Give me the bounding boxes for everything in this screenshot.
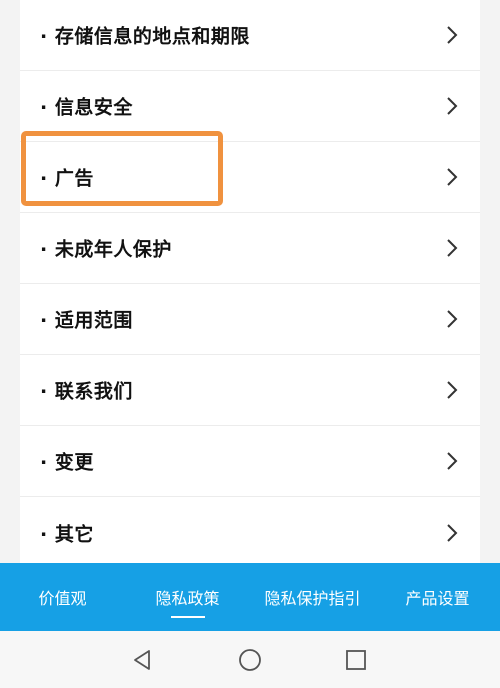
- tab-label: 价值观: [38, 589, 87, 608]
- bottom-tab-bar: 价值观 隐私政策 隐私保护指引 产品设置: [0, 563, 500, 631]
- tab-privacy-guide[interactable]: 隐私保护指引: [250, 563, 375, 631]
- tab-label: 隐私保护指引: [264, 589, 361, 608]
- tab-product-settings[interactable]: 产品设置: [375, 563, 500, 631]
- list-item-changes[interactable]: · 变更: [20, 426, 480, 497]
- tab-privacy-policy[interactable]: 隐私政策: [125, 563, 250, 631]
- recents-square-icon[interactable]: [344, 648, 368, 672]
- chevron-right-icon: [446, 238, 458, 258]
- list-item-label: · 存储信息的地点和期限: [40, 25, 250, 48]
- list-item-label: · 其它: [40, 523, 94, 545]
- list-item-storage-location[interactable]: · 存储信息的地点和期限: [20, 0, 480, 71]
- chevron-right-icon: [446, 167, 458, 187]
- list-item-label: · 广告: [40, 167, 94, 190]
- system-navigation-bar: [0, 631, 500, 688]
- chevron-right-icon: [446, 96, 458, 116]
- list-item-other[interactable]: · 其它: [20, 497, 480, 563]
- list-item-label: · 信息安全: [40, 96, 133, 119]
- tab-label: 隐私政策: [155, 589, 220, 608]
- active-tab-indicator: [170, 616, 205, 618]
- privacy-policy-screen: · 存储信息的地点和期限 · 信息安全 · 广告 · 未成年人保护 · 适用范围: [0, 0, 500, 688]
- list-item-minor-protection[interactable]: · 未成年人保护: [20, 213, 480, 284]
- list-item-label: · 联系我们: [40, 380, 133, 403]
- list-item-label: · 变更: [40, 451, 94, 474]
- tab-label: 产品设置: [405, 589, 470, 608]
- list-item-label: · 适用范围: [40, 309, 133, 332]
- tab-values[interactable]: 价值观: [0, 563, 125, 631]
- list-item-ads[interactable]: · 广告: [20, 142, 480, 213]
- back-triangle-icon[interactable]: [131, 648, 155, 672]
- policy-section-list: · 存储信息的地点和期限 · 信息安全 · 广告 · 未成年人保护 · 适用范围: [20, 0, 480, 563]
- chevron-right-icon: [446, 309, 458, 329]
- list-item-contact-us[interactable]: · 联系我们: [20, 355, 480, 426]
- list-item-scope[interactable]: · 适用范围: [20, 284, 480, 355]
- chevron-right-icon: [446, 25, 458, 45]
- chevron-right-icon: [446, 523, 458, 543]
- chevron-right-icon: [446, 451, 458, 471]
- list-item-label: · 未成年人保护: [40, 238, 172, 261]
- list-item-info-security[interactable]: · 信息安全: [20, 71, 480, 142]
- home-circle-icon[interactable]: [238, 648, 262, 672]
- chevron-right-icon: [446, 380, 458, 400]
